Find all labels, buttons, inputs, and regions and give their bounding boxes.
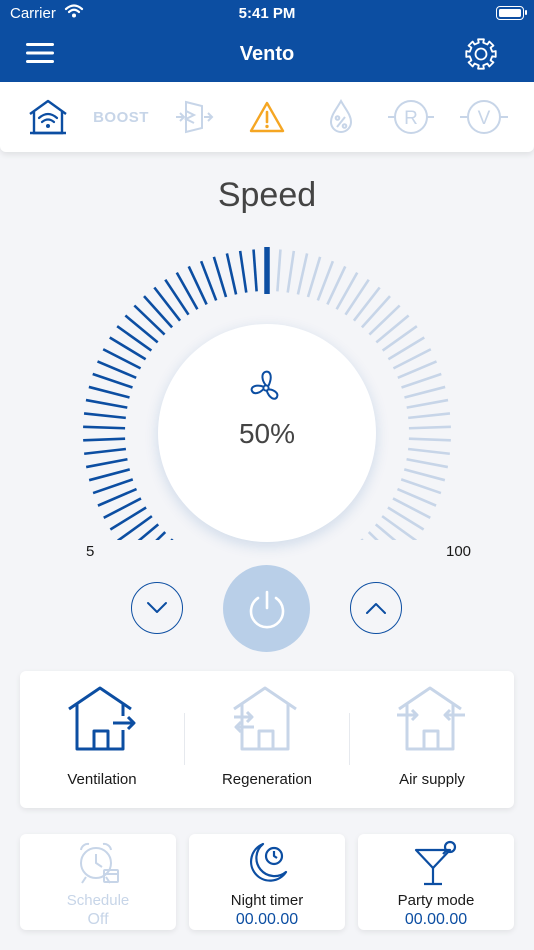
chevron-down-icon	[147, 602, 167, 613]
speed-dial-tick	[407, 447, 450, 456]
speed-max-label: 100	[446, 543, 472, 560]
speed-dial-tick	[133, 304, 166, 336]
speed-dial-tick	[375, 314, 410, 344]
speed-dial-tick	[276, 249, 282, 292]
mode-ventilation-label: Ventilation	[67, 771, 137, 788]
mode-ventilation[interactable]: Ventilation	[20, 671, 184, 808]
speed-dial-tick	[124, 314, 159, 344]
speed-dial-tick	[92, 372, 133, 389]
house-regeneration-icon	[232, 683, 302, 753]
nav-bar: Vento	[0, 28, 534, 82]
status-bar: Carrier 5:41 PM	[0, 0, 534, 28]
mode-air-supply-label: Air supply	[399, 771, 465, 788]
speed-dial-tick	[83, 425, 126, 430]
speed-dial-tick	[400, 478, 442, 495]
speed-dial-tick	[403, 468, 446, 482]
speed-dial-tick	[408, 412, 451, 420]
schedule-card[interactable]: Schedule Off	[20, 834, 176, 930]
page-title: Vento	[239, 43, 295, 65]
speed-dial-tick	[368, 304, 401, 336]
speed-dial-tick	[408, 425, 451, 430]
ventilation-v-icon[interactable]: V	[460, 98, 508, 136]
speed-dial-tick	[306, 256, 322, 298]
boost-button[interactable]: BOOST	[92, 98, 150, 136]
cocktail-icon	[410, 838, 462, 890]
mode-regeneration[interactable]: Regeneration	[185, 671, 349, 808]
speed-min-label: 5	[86, 543, 95, 560]
speed-up-button[interactable]	[350, 582, 402, 634]
party-mode-title: Party mode	[397, 892, 475, 909]
mode-regeneration-label: Regeneration	[221, 771, 313, 788]
moon-clock-icon	[241, 838, 293, 890]
regeneration-r-icon[interactable]: R	[388, 98, 434, 136]
speed-dial-tick	[117, 515, 153, 540]
fan-icon	[244, 368, 288, 408]
speed-dial-tick	[85, 398, 128, 409]
power-icon	[249, 590, 284, 628]
schedule-title: Schedule	[66, 892, 130, 909]
speed-dial-tick	[381, 325, 418, 352]
speed-dial-tick	[360, 295, 391, 329]
speed-down-button[interactable]	[131, 582, 183, 634]
speed-dial-tick	[316, 260, 335, 301]
speed-dial-tick	[143, 295, 174, 329]
speed-value: 50%	[238, 418, 296, 449]
speed-dial-tick	[401, 372, 442, 389]
night-timer-card[interactable]: Night timer 00.00.00	[189, 834, 345, 930]
night-timer-value: 00.00.00	[235, 911, 299, 928]
power-button[interactable]	[223, 565, 310, 652]
speed-dial-tick	[199, 260, 218, 301]
mode-strip: BOOST R V	[0, 82, 534, 152]
speed-dial-tick	[381, 515, 417, 540]
humidity-icon[interactable]	[320, 98, 362, 136]
speed-dial-tick	[404, 385, 446, 399]
status-time: 5:41 PM	[238, 5, 296, 22]
speed-dial-tick	[116, 325, 153, 352]
schedule-value: Off	[87, 911, 109, 928]
speed-dial-tick	[408, 437, 451, 442]
party-mode-value: 00.00.00	[404, 911, 468, 928]
speed-dial-tick	[225, 253, 238, 295]
speed-dial-tick	[296, 253, 309, 295]
speed-dial-tick	[406, 458, 449, 469]
speed-dial-tick	[85, 458, 128, 469]
house-arrow-out-icon	[67, 683, 137, 753]
speed-dial-tick	[92, 478, 134, 495]
speed-dial-tick	[286, 250, 296, 293]
chevron-up-icon	[366, 603, 386, 614]
alarm-clock-icon	[72, 838, 124, 890]
filter-icon[interactable]	[172, 98, 216, 136]
r-label: R	[404, 108, 418, 129]
speed-dial-tick	[252, 249, 258, 292]
battery-icon	[496, 6, 527, 20]
speed-dial-tick	[84, 447, 127, 456]
speed-dial-tick	[352, 286, 381, 322]
night-timer-title: Night timer	[230, 892, 304, 909]
speed-dial-tick	[88, 385, 130, 399]
v-label: V	[478, 108, 491, 129]
speed-dial-tick	[83, 412, 126, 420]
mode-air-supply[interactable]: Air supply	[350, 671, 514, 808]
speed-dial-tick	[88, 468, 131, 482]
speed-dial-tick	[153, 286, 182, 322]
speed-title: Speed	[217, 176, 317, 214]
gear-icon[interactable]	[464, 37, 498, 71]
party-mode-card[interactable]: Party mode 00.00.00	[358, 834, 514, 930]
speed-dial-tick	[83, 437, 126, 442]
speed-dial-tick	[406, 398, 449, 409]
warning-icon[interactable]	[246, 98, 288, 136]
home-wifi-icon[interactable]	[26, 98, 70, 136]
speed-dial-tick	[238, 250, 248, 293]
speed-dial-tick	[212, 256, 228, 298]
house-arrow-in-icon	[397, 683, 467, 753]
mode-selector-card: Ventilation Regeneration Air supply	[20, 671, 514, 808]
